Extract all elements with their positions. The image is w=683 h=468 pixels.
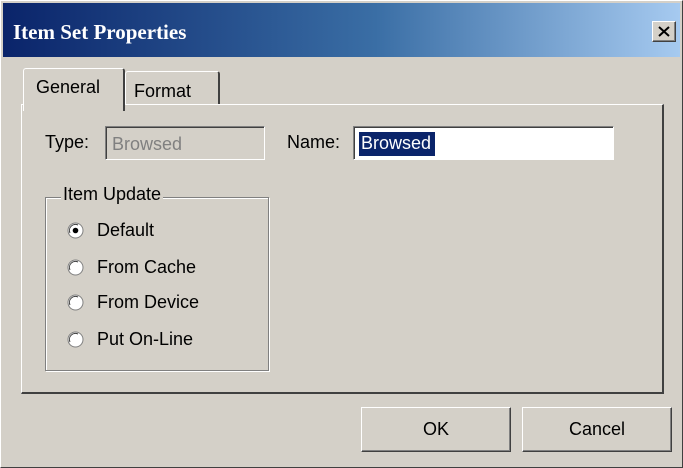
name-label: Name: xyxy=(287,132,341,152)
radio-icon xyxy=(67,331,84,348)
dialog-window: Item Set Properties General Format Type:… xyxy=(0,0,683,468)
tab-joint xyxy=(25,102,123,106)
radio-put-online-label: Put On-Line xyxy=(97,329,194,349)
radio-default-label: Default xyxy=(97,220,155,240)
tab-format[interactable]: Format xyxy=(125,71,220,105)
radio-from-device-label: From Device xyxy=(97,292,200,312)
type-value: Browsed xyxy=(112,134,183,154)
tab-general-label: General xyxy=(36,77,101,97)
type-field: Browsed xyxy=(105,126,265,160)
name-input[interactable]: Browsed xyxy=(353,126,614,160)
radio-from-cache-label: From Cache xyxy=(97,257,197,277)
radio-icon xyxy=(67,294,84,311)
cancel-button[interactable]: Cancel xyxy=(522,407,672,452)
close-icon xyxy=(658,26,670,37)
type-label: Type: xyxy=(45,132,90,152)
title-bar[interactable]: Item Set Properties xyxy=(3,3,680,57)
ok-button[interactable]: OK xyxy=(361,407,511,452)
tab-format-label: Format xyxy=(134,81,192,101)
radio-selected-icon xyxy=(67,222,84,239)
name-value-selected: Browsed xyxy=(359,132,436,156)
item-update-legend: Item Update xyxy=(61,184,164,205)
radio-icon xyxy=(67,259,84,276)
close-button[interactable] xyxy=(652,21,676,42)
window-title: Item Set Properties xyxy=(13,20,187,44)
